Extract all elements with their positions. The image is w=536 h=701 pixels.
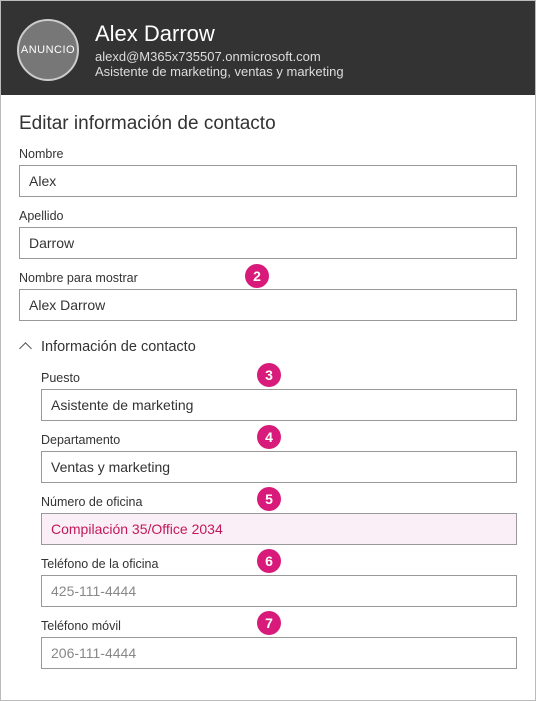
- field-job-title: 3 Puesto: [41, 371, 517, 421]
- user-role: Asistente de marketing, ventas y marketi…: [95, 64, 344, 79]
- field-department: 4 Departamento: [41, 433, 517, 483]
- input-office-phone[interactable]: [41, 575, 517, 607]
- badge-5: 5: [257, 487, 281, 511]
- user-name: Alex Darrow: [95, 21, 344, 47]
- input-last-name[interactable]: [19, 227, 517, 259]
- badge-3: 3: [257, 363, 281, 387]
- label-first-name: Nombre: [19, 147, 517, 161]
- header-bar: ANUNCIO Alex Darrow alexd@M365x735507.on…: [1, 1, 535, 95]
- avatar: ANUNCIO: [17, 19, 79, 81]
- input-job-title[interactable]: [41, 389, 517, 421]
- contact-section-title: Información de contacto: [41, 339, 196, 355]
- input-office-number[interactable]: [41, 513, 517, 545]
- input-department[interactable]: [41, 451, 517, 483]
- badge-2: 2: [245, 264, 269, 288]
- field-display-name: 2 Nombre para mostrar: [19, 271, 517, 321]
- user-email: alexd@M365x735507.onmicrosoft.com: [95, 49, 344, 64]
- field-office-number: 5 Número de oficina: [41, 495, 517, 545]
- chevron-up-icon: [19, 341, 31, 353]
- badge-4: 4: [257, 425, 281, 449]
- field-mobile-phone: 7 Teléfono móvil: [41, 619, 517, 669]
- label-last-name: Apellido: [19, 209, 517, 223]
- header-text: Alex Darrow alexd@M365x735507.onmicrosof…: [95, 21, 344, 79]
- input-display-name[interactable]: [19, 289, 517, 321]
- field-first-name: Nombre: [19, 147, 517, 197]
- avatar-text: ANUNCIO: [21, 44, 75, 56]
- badge-7: 7: [257, 611, 281, 635]
- input-mobile-phone[interactable]: [41, 637, 517, 669]
- badge-6: 6: [257, 549, 281, 573]
- field-office-phone: 6 Teléfono de la oficina: [41, 557, 517, 607]
- page-title: Editar información de contacto: [19, 113, 517, 135]
- input-first-name[interactable]: [19, 165, 517, 197]
- contact-section-body: 3 Puesto 4 Departamento 5 Número de ofic…: [19, 371, 517, 669]
- contact-section-toggle[interactable]: Información de contacto: [19, 339, 517, 355]
- field-last-name: Apellido: [19, 209, 517, 259]
- content-area: Editar información de contacto Nombre Ap…: [1, 95, 535, 691]
